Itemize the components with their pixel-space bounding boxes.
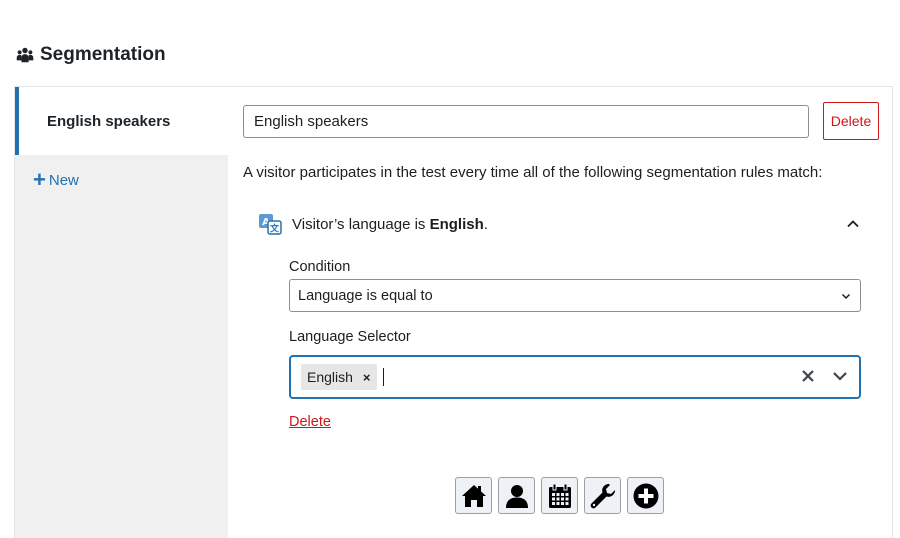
translate-icon: A 文 <box>259 214 282 235</box>
segmentation-panel: English speakers + New Delete A visitor … <box>14 86 893 538</box>
clear-icon[interactable] <box>799 367 817 385</box>
condition-label: Condition <box>289 259 351 275</box>
segment-name-input[interactable] <box>243 105 809 138</box>
user-icon <box>505 484 528 508</box>
calendar-icon <box>548 483 571 508</box>
rule-summary: Visitor’s language is English. <box>292 216 488 233</box>
calendar-rule-button[interactable] <box>541 477 578 514</box>
plus-circle-icon <box>633 483 658 508</box>
language-selector-input[interactable]: English × <box>289 355 861 399</box>
rule-summary-suffix: . <box>483 215 488 233</box>
delete-rule-link[interactable]: Delete <box>289 414 331 430</box>
group-icon <box>16 47 34 63</box>
sidebar-item-english-speakers[interactable]: English speakers <box>15 87 228 155</box>
wrench-icon <box>590 483 615 508</box>
wrench-rule-button[interactable] <box>584 477 621 514</box>
text-caret <box>382 368 384 386</box>
home-icon <box>461 484 486 507</box>
new-segment-label: New <box>48 171 79 189</box>
home-rule-button[interactable] <box>455 477 492 514</box>
svg-text:文: 文 <box>269 223 280 235</box>
rule-summary-prefix: Visitor’s language is <box>292 215 430 233</box>
chevron-down-icon[interactable] <box>831 367 849 385</box>
rule-type-toolbar <box>455 477 664 514</box>
remove-tag-icon[interactable]: × <box>363 370 371 385</box>
chevron-up-icon[interactable] <box>843 214 863 234</box>
condition-select[interactable]: Language is equal to <box>289 279 861 312</box>
language-tag: English × <box>301 364 377 390</box>
segment-description: A visitor participates in the test every… <box>243 164 823 181</box>
condition-value: Language is equal to <box>298 287 433 304</box>
user-rule-button[interactable] <box>498 477 535 514</box>
language-selector-label: Language Selector <box>289 329 411 345</box>
segments-sidebar: English speakers + New <box>15 87 228 538</box>
plus-icon: + <box>33 167 46 192</box>
delete-segment-button[interactable]: Delete <box>823 102 879 140</box>
rule-header[interactable]: A 文 Visitor’s language is English. <box>258 211 863 237</box>
page-title: Segmentation <box>40 44 166 65</box>
add-rule-button[interactable] <box>627 477 664 514</box>
selector-controls <box>799 367 849 385</box>
chevron-down-icon <box>841 293 851 299</box>
rule-summary-value: English <box>429 215 484 233</box>
sidebar-item-label: English speakers <box>47 112 171 130</box>
new-segment-link[interactable]: + New <box>33 167 79 192</box>
segment-editor: Delete A visitor participates in the tes… <box>228 87 892 538</box>
language-tag-label: English <box>307 369 353 385</box>
page-header: Segmentation <box>16 44 166 66</box>
